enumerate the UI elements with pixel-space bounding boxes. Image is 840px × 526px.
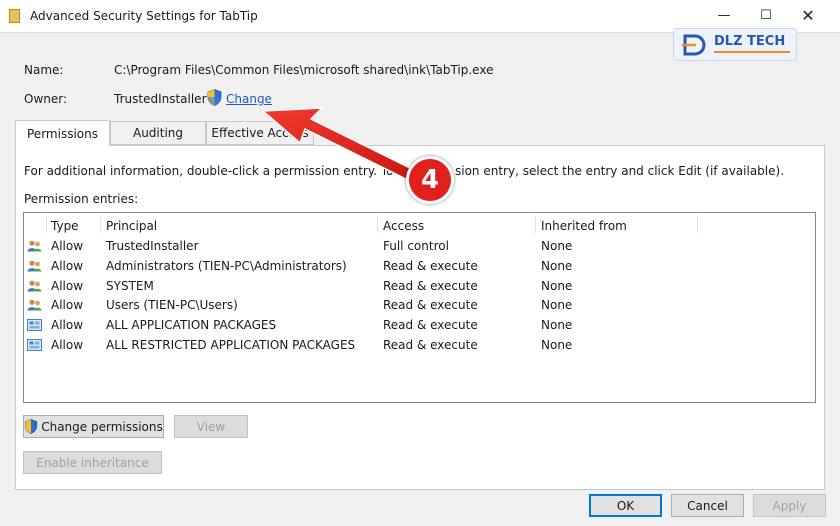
folder-icon <box>9 9 20 23</box>
column-divider <box>46 215 47 233</box>
logo-text: DLZ TECH <box>714 34 786 49</box>
cell-principal: TrustedInstaller <box>106 239 199 253</box>
change-permissions-button[interactable]: Change permissions <box>23 415 164 438</box>
column-divider <box>377 215 378 233</box>
tab-auditing[interactable]: Auditing <box>110 121 206 145</box>
cell-type: Allow <box>51 298 84 312</box>
cell-type: Allow <box>51 239 84 253</box>
cell-type: Allow <box>51 338 84 352</box>
cancel-button[interactable]: Cancel <box>671 494 744 517</box>
enable-inheritance-button[interactable]: Enable inheritance <box>23 451 162 474</box>
cell-inherited-from: None <box>541 318 573 332</box>
column-header-inherited-from[interactable]: Inherited from <box>541 219 627 233</box>
maximize-button[interactable]: ☐ <box>746 0 786 30</box>
cell-access: Read & execute <box>383 298 478 312</box>
cell-type: Allow <box>51 318 84 332</box>
cell-type: Allow <box>51 279 84 293</box>
user-group-icon <box>27 260 42 272</box>
column-header-type[interactable]: Type <box>51 219 79 233</box>
app-package-icon <box>27 319 42 331</box>
dlz-tech-logo: DLZ TECH <box>673 28 797 61</box>
column-divider <box>697 215 698 233</box>
owner-value: TrustedInstaller <box>114 92 207 106</box>
cell-principal: SYSTEM <box>106 279 154 293</box>
cell-principal: ALL RESTRICTED APPLICATION PACKAGES <box>106 338 356 352</box>
uac-shield-icon <box>207 89 222 106</box>
apply-button[interactable]: Apply <box>753 494 826 517</box>
cell-access: Full control <box>383 239 449 253</box>
user-group-icon <box>27 240 42 252</box>
cell-inherited-from: None <box>541 239 573 253</box>
cell-principal: Administrators (TIEN-PC\Administrators) <box>106 259 347 273</box>
cell-access: Read & execute <box>383 338 478 352</box>
ok-button[interactable]: OK <box>589 494 662 517</box>
cell-type: Allow <box>51 259 84 273</box>
app-package-icon <box>27 339 42 351</box>
cell-inherited-from: None <box>541 298 573 312</box>
column-divider <box>535 215 536 233</box>
cell-access: Read & execute <box>383 318 478 332</box>
cell-principal: ALL APPLICATION PACKAGES <box>106 318 277 332</box>
owner-label: Owner: <box>24 92 68 106</box>
close-button[interactable]: ✕ <box>788 0 828 30</box>
tab-effective-access[interactable]: Effective Access <box>206 121 314 145</box>
user-group-icon <box>27 280 42 292</box>
cell-inherited-from: None <box>541 279 573 293</box>
window-title: Advanced Security Settings for TabTip <box>30 9 258 23</box>
name-label: Name: <box>24 63 64 77</box>
column-header-principal[interactable]: Principal <box>106 219 157 233</box>
view-button[interactable]: View <box>174 415 248 438</box>
cell-access: Read & execute <box>383 279 478 293</box>
info-text-right: sion entry, select the entry and click E… <box>455 164 785 178</box>
cell-access: Read & execute <box>383 259 478 273</box>
change-owner-link[interactable]: Change <box>226 92 272 106</box>
logo-underline <box>714 51 790 53</box>
tab-permissions[interactable]: Permissions <box>15 120 110 146</box>
dlz-logo-mark-icon <box>682 34 706 56</box>
info-text-left: For additional information, double-click… <box>24 164 439 178</box>
cell-principal: Users (TIEN-PC\Users) <box>106 298 238 312</box>
step-number-badge: 4 <box>406 156 454 204</box>
cell-inherited-from: None <box>541 259 573 273</box>
change-permissions-label: Change permissions <box>41 419 163 434</box>
column-divider <box>100 215 101 233</box>
cell-inherited-from: None <box>541 338 573 352</box>
name-value: C:\Program Files\Common Files\microsoft … <box>114 63 494 77</box>
minimize-button[interactable]: — <box>704 0 744 30</box>
column-header-access[interactable]: Access <box>383 219 424 233</box>
permission-entries-label: Permission entries: <box>24 192 139 206</box>
user-group-icon <box>27 299 42 311</box>
uac-shield-icon <box>25 419 38 434</box>
